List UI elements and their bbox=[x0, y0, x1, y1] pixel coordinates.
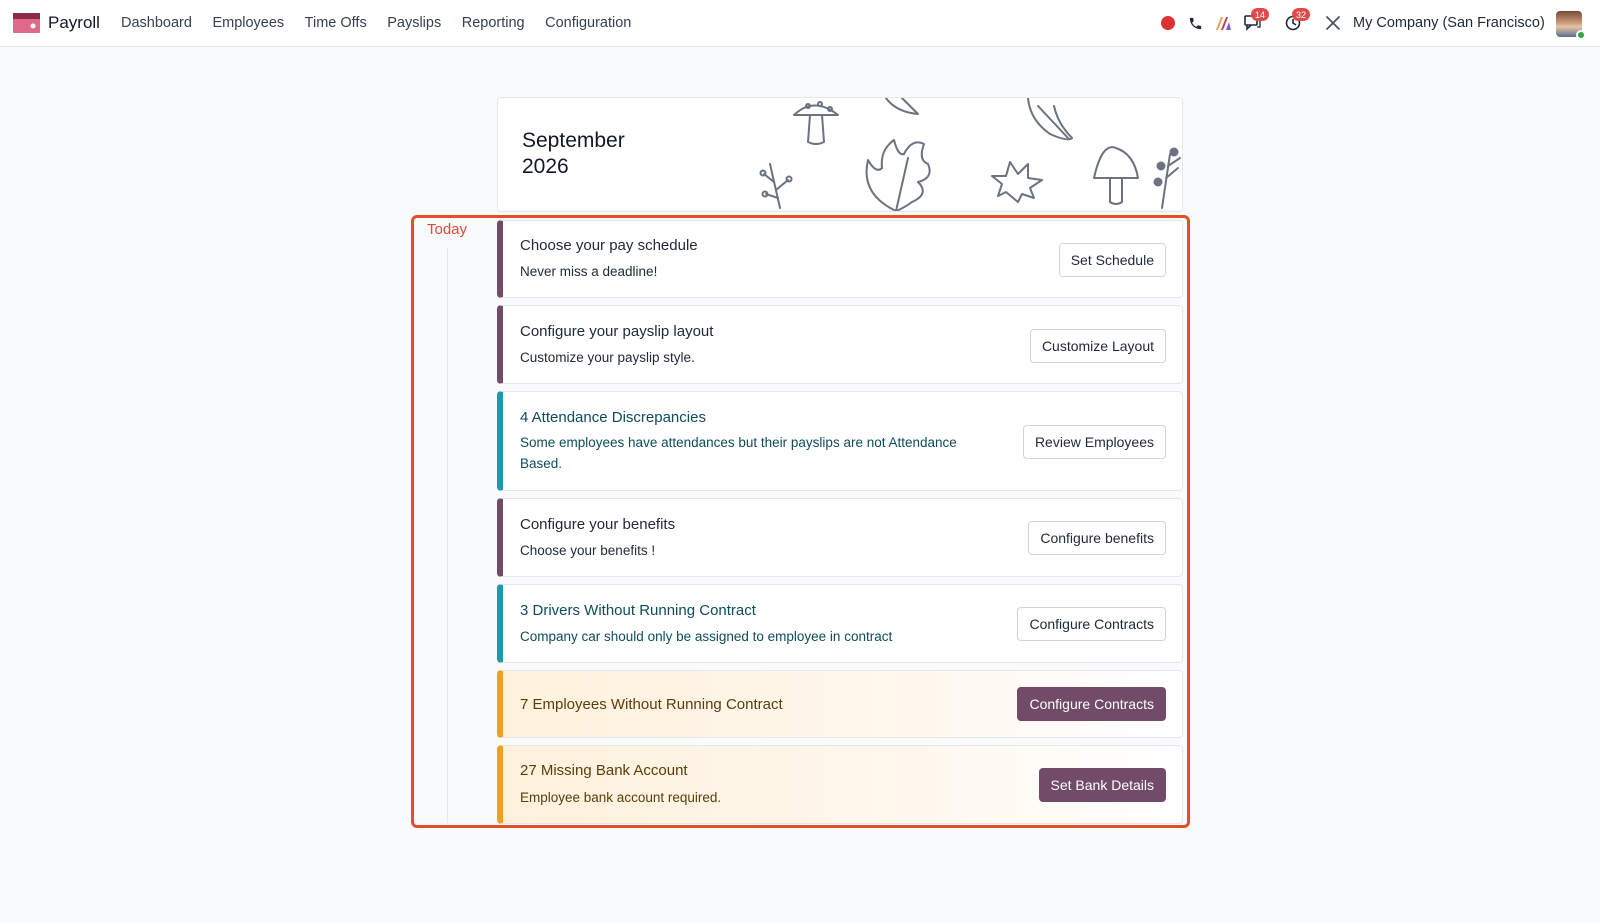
task-pay-schedule: Choose your pay schedule Never miss a de… bbox=[497, 220, 1183, 298]
menu-reporting[interactable]: Reporting bbox=[462, 15, 525, 31]
record-dot-icon[interactable] bbox=[1159, 14, 1177, 32]
tools-icon[interactable] bbox=[1324, 14, 1342, 32]
task-title: Configure your benefits bbox=[520, 516, 676, 533]
task-attendance-discrepancies: 4 Attendance Discrepancies Some employee… bbox=[497, 391, 1183, 491]
online-status-icon bbox=[1576, 30, 1586, 40]
month-header-card: September 2026 bbox=[497, 97, 1183, 212]
task-payslip-layout: Configure your payslip layout Customize … bbox=[497, 305, 1183, 384]
task-description: Choose your benefits ! bbox=[520, 543, 656, 558]
chat-icon[interactable]: 14 bbox=[1243, 8, 1269, 32]
top-navbar: Payroll Dashboard Employees Time Offs Pa… bbox=[0, 0, 1600, 47]
task-title: Choose your pay schedule bbox=[520, 237, 698, 254]
customize-layout-button[interactable]: Customize Layout bbox=[1029, 329, 1166, 363]
task-description: Some employees have attendances but thei… bbox=[520, 435, 957, 471]
menu-configuration[interactable]: Configuration bbox=[545, 15, 631, 31]
task-title: 3 Drivers Without Running Contract bbox=[520, 602, 756, 619]
task-employees-without-contract: 7 Employees Without Running Contract Con… bbox=[497, 670, 1183, 738]
task-title: 7 Employees Without Running Contract bbox=[520, 696, 783, 713]
task-description: Customize your payslip style. bbox=[520, 350, 695, 365]
ai-icon[interactable] bbox=[1214, 14, 1232, 32]
messages-badge: 14 bbox=[1251, 8, 1269, 21]
task-title: Configure your payslip layout bbox=[520, 323, 714, 340]
task-description: Company car should only be assigned to e… bbox=[520, 629, 893, 644]
menu-employees[interactable]: Employees bbox=[212, 15, 284, 31]
task-description: Never miss a deadline! bbox=[520, 264, 658, 279]
menu-dashboard[interactable]: Dashboard bbox=[121, 15, 192, 31]
task-benefits: Configure your benefits Choose your bene… bbox=[497, 498, 1183, 577]
task-description: Employee bank account required. bbox=[520, 790, 722, 805]
task-title: 4 Attendance Discrepancies bbox=[520, 409, 706, 426]
menu-payslips[interactable]: Payslips bbox=[387, 15, 441, 31]
app-name[interactable]: Payroll bbox=[48, 13, 100, 33]
configure-contracts-button[interactable]: Configure Contracts bbox=[1017, 607, 1166, 641]
review-employees-button[interactable]: Review Employees bbox=[1022, 425, 1166, 459]
today-label: Today bbox=[427, 221, 468, 238]
set-schedule-button[interactable]: Set Schedule bbox=[1058, 243, 1166, 277]
autumn-leaves-decoration-icon bbox=[759, 98, 1181, 211]
configure-benefits-button[interactable]: Configure benefits bbox=[1028, 521, 1166, 555]
menu-time-offs[interactable]: Time Offs bbox=[305, 15, 367, 31]
user-avatar[interactable] bbox=[1556, 11, 1586, 40]
main-menu: Dashboard Employees Time Offs Payslips R… bbox=[121, 15, 652, 31]
task-drivers-without-contract: 3 Drivers Without Running Contract Compa… bbox=[497, 584, 1183, 663]
company-switcher[interactable]: My Company (San Francisco) bbox=[1353, 15, 1545, 31]
clock-icon[interactable]: 32 bbox=[1284, 8, 1310, 32]
task-title: 27 Missing Bank Account bbox=[520, 762, 688, 779]
configure-contracts-primary-button[interactable]: Configure Contracts bbox=[1017, 687, 1166, 721]
activities-badge: 32 bbox=[1292, 8, 1310, 21]
set-bank-details-button[interactable]: Set Bank Details bbox=[1038, 768, 1166, 802]
phone-icon[interactable] bbox=[1186, 14, 1204, 32]
timeline-line bbox=[447, 248, 448, 823]
payroll-app-icon[interactable] bbox=[13, 13, 40, 33]
task-missing-bank-account: 27 Missing Bank Account Employee bank ac… bbox=[497, 745, 1183, 824]
